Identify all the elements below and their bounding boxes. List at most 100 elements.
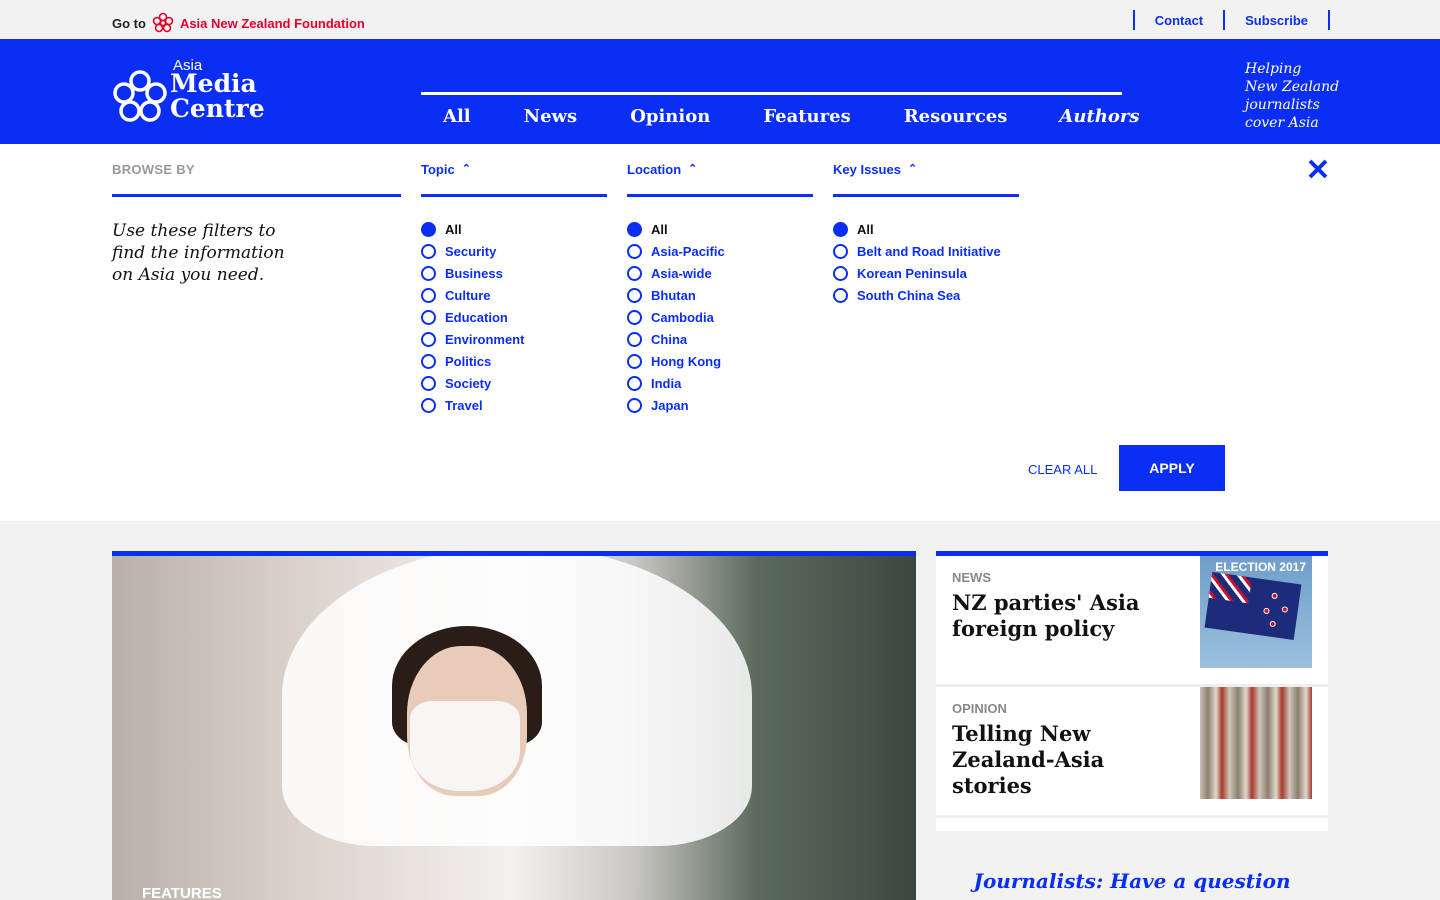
key-issues-option[interactable]: South China Sea [833, 284, 1019, 306]
topic-option[interactable]: Society [421, 372, 607, 394]
key-issues-option[interactable]: All [833, 218, 1019, 240]
location-label: Location [627, 162, 682, 177]
radio-icon[interactable] [421, 397, 436, 413]
browse-line: Use these filters to [112, 221, 276, 241]
chevron-up-icon: ⌃ [907, 163, 918, 175]
nav-item-features[interactable]: Features [763, 106, 850, 127]
option-label: Travel [445, 397, 483, 413]
radio-icon[interactable] [421, 221, 436, 237]
topic-filter-toggle[interactable]: Topic ⌃ [421, 159, 607, 197]
location-option[interactable]: Asia-Pacific [627, 240, 813, 262]
top-links: Contact Subscribe [1132, 10, 1330, 30]
option-label: Business [445, 265, 503, 281]
radio-icon[interactable] [833, 287, 848, 303]
radio-icon[interactable] [421, 265, 436, 281]
site-logo[interactable]: Asia Media Centre [112, 57, 282, 127]
radio-icon[interactable] [627, 287, 642, 303]
topic-filter: Topic ⌃ All Security Business Culture Educat… [421, 159, 607, 416]
browse-by-column: BROWSE BY Use these filters to find the … [112, 159, 401, 286]
close-icon[interactable] [1306, 157, 1330, 181]
key-issues-filter-toggle[interactable]: Key Issues ⌃ [833, 159, 1019, 197]
location-option[interactable]: India [627, 372, 813, 394]
option-label: South China Sea [857, 287, 961, 303]
foundation-logo-icon [152, 12, 174, 33]
key-issues-option[interactable]: Korean Peninsula [833, 262, 1019, 284]
flag-star [1269, 620, 1277, 628]
radio-icon[interactable] [833, 265, 848, 281]
option-label: India [651, 375, 682, 391]
location-option[interactable]: Cambodia [627, 306, 813, 328]
radio-icon[interactable] [627, 221, 642, 237]
story-card[interactable]: OPINION Telling New Zealand-Asia stories [936, 687, 1328, 818]
radio-icon[interactable] [833, 221, 848, 237]
site-header: Asia Media Centre All News Opinion Featu… [0, 39, 1440, 144]
topic-option[interactable]: Environment [421, 328, 607, 350]
option-label: Japan [651, 397, 689, 413]
divider [1328, 10, 1330, 30]
topic-option[interactable]: Culture [421, 284, 607, 306]
journalists-prompt[interactable]: Journalists: Have a question [936, 868, 1328, 894]
radio-icon[interactable] [627, 265, 642, 281]
radio-icon[interactable] [627, 375, 642, 391]
flag-star [1271, 592, 1279, 600]
location-option[interactable]: Japan [627, 394, 813, 416]
topic-option[interactable]: Politics [421, 350, 607, 372]
hero-feature[interactable]: FEATURES [112, 551, 916, 900]
topic-option[interactable]: Travel [421, 394, 607, 416]
story-title[interactable]: Telling New Zealand-Asia stories [952, 721, 1187, 799]
radio-icon[interactable] [421, 375, 436, 391]
radio-icon[interactable] [627, 331, 642, 347]
apply-button[interactable]: APPLY [1119, 445, 1225, 491]
nav-item-news[interactable]: News [524, 106, 578, 127]
nav-item-resources[interactable]: Resources [904, 106, 1008, 127]
flag-union-jack [1208, 572, 1252, 604]
radio-icon[interactable] [627, 397, 642, 413]
top-bar: Go to Asia New Zealand Foundation Contac… [0, 0, 1440, 39]
story-thumbnail[interactable]: ELECTION 2017 [1200, 556, 1312, 668]
key-issues-option[interactable]: Belt and Road Initiative [833, 240, 1019, 262]
clear-all-button[interactable]: CLEAR ALL [1028, 462, 1097, 477]
story-card[interactable]: NEWS NZ parties' Asia foreign policy ELE… [936, 556, 1328, 687]
location-option[interactable]: China [627, 328, 813, 350]
radio-icon[interactable] [833, 243, 848, 259]
radio-icon[interactable] [627, 309, 642, 325]
option-label: Society [445, 375, 492, 391]
radio-icon[interactable] [421, 331, 436, 347]
foundation-label: Asia New Zealand Foundation [179, 15, 365, 31]
option-label: Education [445, 309, 508, 325]
location-option[interactable]: Hong Kong [627, 350, 813, 372]
contact-link[interactable]: Contact [1135, 13, 1223, 28]
nav-item-opinion[interactable]: Opinion [630, 106, 710, 127]
option-label: Hong Kong [651, 353, 722, 369]
location-filter-toggle[interactable]: Location ⌃ [627, 159, 813, 197]
side-stories: NEWS NZ parties' Asia foreign policy ELE… [936, 551, 1328, 831]
option-label: Cambodia [651, 309, 714, 325]
nav-item-all[interactable]: All [443, 106, 471, 127]
topic-option[interactable]: Education [421, 306, 607, 328]
nav-item-authors[interactable]: Authors [1059, 106, 1139, 127]
location-option[interactable]: Asia-wide [627, 262, 813, 284]
topic-option[interactable]: Security [421, 240, 607, 262]
browse-by-heading: BROWSE BY [112, 159, 401, 197]
foundation-link[interactable]: Go to Asia New Zealand Foundation [112, 12, 365, 34]
story-thumbnail[interactable] [1200, 687, 1312, 799]
radio-icon[interactable] [421, 243, 436, 259]
radio-icon[interactable] [421, 309, 436, 325]
key-issues-filter: Key Issues ⌃ All Belt and Road Initiative… [833, 159, 1019, 306]
topic-option[interactable]: Business [421, 262, 607, 284]
chevron-up-icon: ⌃ [461, 163, 471, 175]
radio-icon[interactable] [627, 353, 642, 369]
radio-icon[interactable] [627, 243, 642, 259]
logo-line-1: Media [170, 69, 257, 98]
topic-option[interactable]: All [421, 218, 607, 240]
hero-category: FEATURES [142, 885, 222, 900]
location-option[interactable]: All [627, 218, 813, 240]
radio-icon[interactable] [421, 287, 436, 303]
option-label: China [651, 331, 688, 347]
tagline-line: New Zealand [1245, 79, 1340, 95]
radio-icon[interactable] [421, 353, 436, 369]
subscribe-link[interactable]: Subscribe [1225, 13, 1328, 28]
location-option[interactable]: Bhutan [627, 284, 813, 306]
story-title[interactable]: NZ parties' Asia foreign policy [952, 590, 1187, 642]
hero-image [112, 556, 916, 900]
